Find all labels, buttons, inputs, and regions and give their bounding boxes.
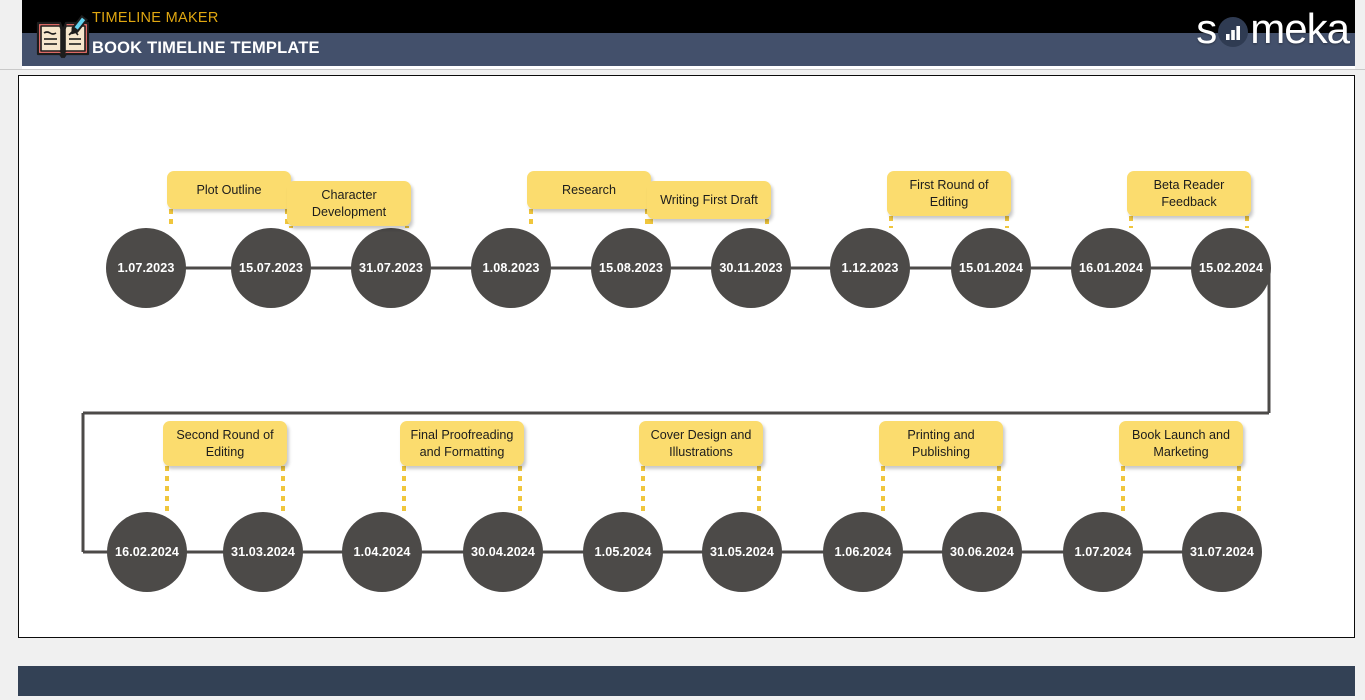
timeline-node-date: 31.07.2024 — [1189, 545, 1255, 559]
milestone-card[interactable]: Printing and Publishing — [879, 421, 1003, 466]
timeline-node[interactable]: 1.06.2024 — [823, 512, 903, 592]
milestone-card-label: Final Proofreading and Formatting — [410, 427, 514, 459]
timeline-node-date: 15.08.2023 — [598, 261, 664, 275]
timeline-node[interactable]: 1.12.2023 — [830, 228, 910, 308]
timeline-canvas-panel: 1.07.2023 15.07.2023 31.07.2023 1.08.2023 15… — [18, 75, 1355, 638]
timeline-node-date: 31.03.2024 — [230, 545, 296, 559]
milestone-card-label: Character Development — [311, 187, 387, 219]
app-kicker-label: TIMELINE MAKER — [92, 10, 219, 26]
milestone-card-label: Printing and Publishing — [907, 427, 975, 459]
milestone-card[interactable]: Beta Reader Feedback — [1127, 171, 1251, 216]
app-header: TIMELINE MAKER BOOK TIMELINE TEMPLATE sm… — [0, 0, 1365, 70]
timeline-node-date: 31.05.2024 — [709, 545, 775, 559]
timeline-node-date: 30.04.2024 — [470, 545, 536, 559]
timeline-node-date: 1.04.2024 — [353, 545, 411, 559]
timeline-node[interactable]: 1.08.2023 — [471, 228, 551, 308]
milestone-card-label: First Round of Editing — [909, 177, 989, 209]
timeline-node-date: 1.08.2023 — [482, 261, 540, 275]
timeline-nodes-layer: 1.07.2023 15.07.2023 31.07.2023 1.08.2023 15… — [19, 76, 1354, 637]
timeline-node[interactable]: 31.07.2024 — [1182, 512, 1262, 592]
timeline-node-date: 16.02.2024 — [114, 545, 180, 559]
timeline-node[interactable]: 1.05.2024 — [583, 512, 663, 592]
timeline-node[interactable]: 1.07.2023 — [106, 228, 186, 308]
timeline-node[interactable]: 15.07.2023 — [231, 228, 311, 308]
milestone-card-label: Book Launch and Marketing — [1131, 427, 1231, 459]
milestone-card[interactable]: Character Development — [287, 181, 411, 226]
timeline-node-date: 16.01.2024 — [1078, 261, 1144, 275]
timeline-node[interactable]: 1.04.2024 — [342, 512, 422, 592]
milestone-card[interactable]: Plot Outline — [167, 171, 291, 209]
brand-text-post: meka — [1250, 5, 1350, 52]
header-left-margin — [0, 0, 22, 66]
milestone-card[interactable]: Final Proofreading and Formatting — [400, 421, 524, 466]
someka-brand-logo: s meka — [1196, 5, 1350, 52]
open-book-with-pen-icon — [34, 14, 92, 62]
page-title: BOOK TIMELINE TEMPLATE — [92, 39, 320, 57]
timeline-node[interactable]: 15.01.2024 — [951, 228, 1031, 308]
milestone-card-label: Plot Outline — [196, 182, 262, 197]
milestone-card-label: Second Round of Editing — [176, 427, 274, 459]
timeline-node[interactable]: 15.02.2024 — [1191, 228, 1271, 308]
timeline-node[interactable]: 30.06.2024 — [942, 512, 1022, 592]
brand-text-pre: s — [1196, 5, 1217, 52]
timeline-node[interactable]: 31.03.2024 — [223, 512, 303, 592]
timeline-node[interactable]: 30.04.2024 — [463, 512, 543, 592]
milestone-card[interactable]: Cover Design and Illustrations — [639, 421, 763, 466]
milestone-card-label: Research — [562, 182, 616, 197]
header-divider-rule — [0, 69, 1365, 70]
header-right-margin — [1355, 0, 1365, 66]
milestone-card[interactable]: Writing First Draft — [647, 181, 771, 219]
timeline-node-date: 31.07.2023 — [358, 261, 424, 275]
footer-bar — [18, 666, 1355, 696]
timeline-node[interactable]: 1.07.2024 — [1063, 512, 1143, 592]
milestone-card[interactable]: Second Round of Editing — [163, 421, 287, 466]
milestone-card-label: Cover Design and Illustrations — [650, 427, 752, 459]
timeline-node-date: 15.02.2024 — [1198, 261, 1264, 275]
bar-chart-o-icon — [1216, 12, 1250, 47]
timeline-node-date: 1.12.2023 — [841, 261, 899, 275]
milestone-card-label: Writing First Draft — [660, 192, 758, 207]
timeline-node[interactable]: 31.05.2024 — [702, 512, 782, 592]
timeline-node-date: 1.06.2024 — [834, 545, 892, 559]
timeline-node-date: 30.06.2024 — [949, 545, 1015, 559]
timeline-node[interactable]: 16.01.2024 — [1071, 228, 1151, 308]
milestone-card[interactable]: First Round of Editing — [887, 171, 1011, 216]
milestone-card-label: Beta Reader Feedback — [1153, 177, 1225, 209]
timeline-node-date: 30.11.2023 — [719, 261, 783, 275]
milestone-card[interactable]: Research — [527, 171, 651, 209]
timeline-node[interactable]: 30.11.2023 — [711, 228, 791, 308]
timeline-node[interactable]: 15.08.2023 — [591, 228, 671, 308]
timeline-node[interactable]: 16.02.2024 — [107, 512, 187, 592]
timeline-node-date: 1.07.2023 — [117, 261, 175, 275]
timeline-node-date: 1.05.2024 — [594, 545, 652, 559]
timeline-node-date: 15.01.2024 — [958, 261, 1024, 275]
timeline-node-date: 1.07.2024 — [1074, 545, 1132, 559]
timeline-node-date: 15.07.2023 — [238, 261, 304, 275]
timeline-node[interactable]: 31.07.2023 — [351, 228, 431, 308]
milestone-card[interactable]: Book Launch and Marketing — [1119, 421, 1243, 466]
